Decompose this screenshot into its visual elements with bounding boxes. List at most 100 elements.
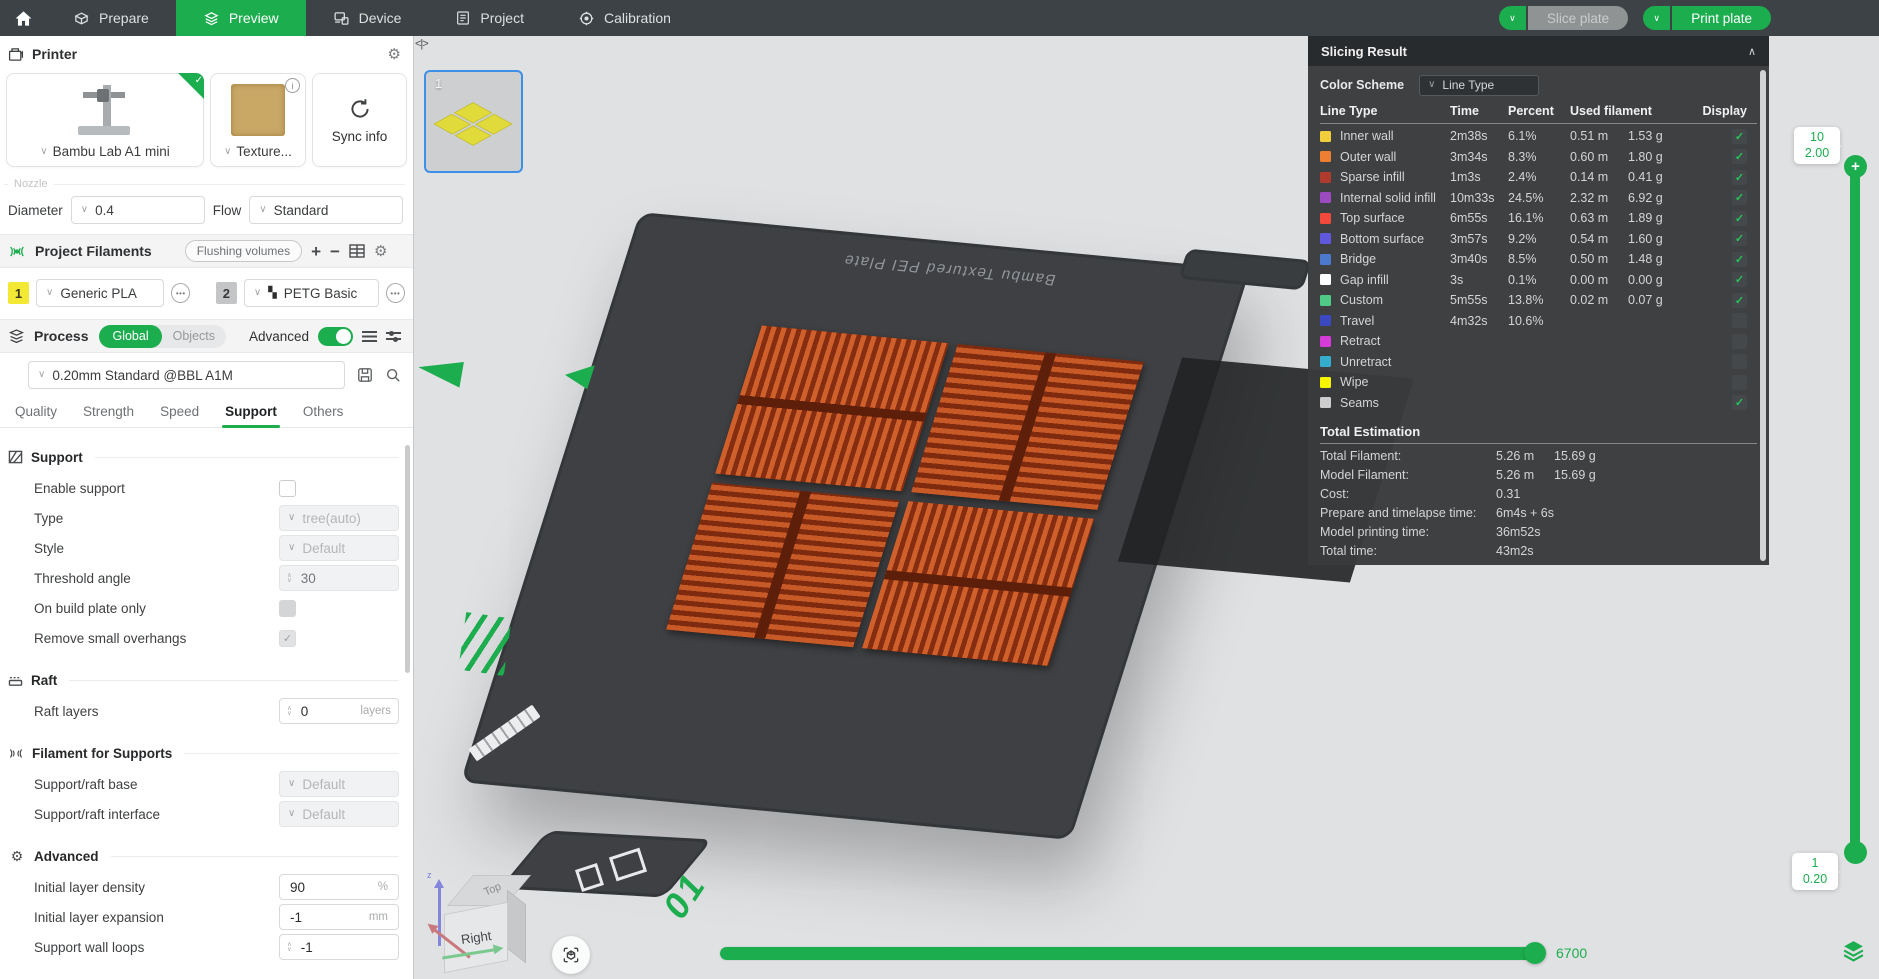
sync-info-button[interactable]: Sync info <box>312 73 407 167</box>
display-checkbox[interactable] <box>1732 210 1747 226</box>
layer-slider-track[interactable] <box>1850 168 1860 848</box>
tab-project[interactable]: Project <box>428 0 551 36</box>
plate-type-select[interactable]: ∨ Texture... <box>211 144 305 159</box>
printer-settings-gear-icon[interactable]: ⚙ <box>388 47 401 62</box>
support-style-select[interactable]: ∨ Default <box>279 535 399 561</box>
device-icon <box>334 11 349 25</box>
expansion-input[interactable]: -1 mm <box>279 904 399 930</box>
display-checkbox[interactable] <box>1732 149 1747 165</box>
sliced-model-group[interactable] <box>666 325 1144 666</box>
parameter-list-icon[interactable] <box>362 330 377 342</box>
sliced-model-tile[interactable] <box>861 500 1095 666</box>
remove-overhangs-checkbox[interactable] <box>279 629 296 647</box>
layers-mode-button[interactable] <box>1841 938 1866 963</box>
sidebar-scrollbar[interactable] <box>405 445 410 673</box>
process-preset-select[interactable]: ∨ 0.20mm Standard @BBL A1M <box>28 361 345 389</box>
spinner-arrows-icon[interactable]: ∧ ∨ <box>287 941 292 953</box>
enable-support-checkbox[interactable] <box>279 479 296 497</box>
advanced-label: Advanced <box>248 328 309 344</box>
raft-base-select[interactable]: ∨ Default <box>279 771 399 797</box>
filament-2-edit-button[interactable]: ••• <box>385 283 405 303</box>
tab-calibration[interactable]: Calibration <box>551 0 698 36</box>
filament-settings-gear-icon[interactable]: ⚙ <box>374 244 387 259</box>
display-checkbox[interactable] <box>1732 231 1747 247</box>
layer-slider-plus-button[interactable]: + <box>1844 155 1867 178</box>
move-slider-handle[interactable] <box>1524 942 1546 964</box>
printer-name-select[interactable]: ∨ Bambu Lab A1 mini <box>7 144 203 159</box>
tab-others[interactable]: Others <box>290 404 357 427</box>
navigation-cube[interactable]: Top Right z <box>424 870 542 978</box>
layer-slider-handle[interactable] <box>1844 841 1867 864</box>
tab-speed[interactable]: Speed <box>147 404 212 427</box>
add-filament-button[interactable]: + <box>311 243 321 260</box>
fit-view-button[interactable] <box>552 936 590 974</box>
advanced-toggle[interactable] <box>318 326 353 346</box>
color-scheme-select[interactable]: ∨ Line Type <box>1419 74 1540 96</box>
sliced-model-tile[interactable] <box>910 344 1144 510</box>
chevron-down-icon: ∨ <box>38 369 46 380</box>
display-checkbox[interactable] <box>1732 190 1747 206</box>
support-type-select[interactable]: ∨ tree(auto) <box>279 505 399 531</box>
raft-layers-spinner[interactable]: ∧ ∨ 0 layers <box>279 698 399 724</box>
spinner-arrows-icon[interactable]: ∧ ∨ <box>287 705 292 717</box>
density-input[interactable]: 90% <box>279 874 399 900</box>
spinner-arrows-icon[interactable]: ∧ ∨ <box>287 572 292 584</box>
flushing-volumes-button[interactable]: Flushing volumes <box>184 240 303 262</box>
build-plate-card[interactable]: i ∨ Texture... <box>210 73 306 167</box>
plate-thumbnail[interactable]: 1 <box>424 70 523 173</box>
info-icon[interactable]: i <box>285 78 300 93</box>
tab-prepare[interactable]: Prepare <box>46 0 176 36</box>
on-build-plate-checkbox[interactable] <box>279 599 296 617</box>
scope-objects[interactable]: Objects <box>162 329 226 343</box>
filament-1-select[interactable]: ∨ Generic PLA <box>36 279 165 307</box>
support-type-value: tree(auto) <box>302 510 361 526</box>
diameter-select[interactable]: ∨ 0.4 <box>70 196 205 224</box>
display-checkbox[interactable] <box>1732 272 1747 288</box>
display-checkbox[interactable] <box>1732 292 1747 308</box>
tab-strength[interactable]: Strength <box>70 404 147 427</box>
sliced-model-tile[interactable] <box>715 325 949 491</box>
panel-header[interactable]: Slicing Result ∧ <box>1308 36 1769 66</box>
sidebar-collapse-handle[interactable]: <|> <box>415 38 429 50</box>
save-preset-icon[interactable] <box>357 367 373 383</box>
compare-presets-icon[interactable] <box>386 330 401 342</box>
threshold-angle-spinner[interactable]: ∧ ∨ 30 <box>279 565 399 591</box>
home-button[interactable] <box>0 0 46 36</box>
tab-device[interactable]: Device <box>306 0 429 36</box>
print-dropdown-button[interactable]: ∨ <box>1643 6 1671 30</box>
tab-preview[interactable]: Preview <box>175 0 306 36</box>
scope-global[interactable]: Global <box>99 324 162 348</box>
filament-2-badge[interactable]: 2 <box>215 282 237 304</box>
filament-1-edit-button[interactable]: ••• <box>171 283 191 303</box>
search-icon[interactable] <box>385 367 401 383</box>
filament-1-badge[interactable]: 1 <box>8 282 30 304</box>
sliced-model-tile[interactable] <box>666 482 900 648</box>
display-checkbox[interactable] <box>1732 128 1747 144</box>
slicing-result-panel: Slicing Result ∧ Color Scheme ∨ Line Type… <box>1308 36 1769 565</box>
display-checkbox[interactable] <box>1732 169 1747 185</box>
remove-filament-button[interactable]: − <box>330 243 340 260</box>
collapse-panel-icon[interactable]: ∧ <box>1748 45 1756 58</box>
slice-dropdown-button[interactable]: ∨ <box>1498 6 1526 30</box>
display-checkbox[interactable] <box>1732 333 1747 349</box>
slice-plate-button[interactable]: Slice plate <box>1527 6 1629 30</box>
print-plate-button[interactable]: Print plate <box>1672 6 1771 30</box>
display-checkbox[interactable] <box>1732 354 1747 370</box>
panel-scrollbar[interactable] <box>1760 70 1766 561</box>
tab-quality[interactable]: Quality <box>2 404 70 427</box>
printer-card[interactable]: ✓ ∨ Bambu Lab A1 mini <box>6 73 204 167</box>
cube-front-face[interactable]: Right <box>444 901 508 974</box>
wipe-tower-icon[interactable] <box>349 244 365 258</box>
wall-loops-spinner[interactable]: ∧ ∨ -1 <box>279 934 399 960</box>
display-checkbox[interactable] <box>1732 395 1747 411</box>
raft-interface-select[interactable]: ∨ Default <box>279 801 399 827</box>
table-row: Outer wall 3m34s 8.3% 0.60 m 1.80 g <box>1320 147 1757 168</box>
display-checkbox[interactable] <box>1732 251 1747 267</box>
display-checkbox[interactable] <box>1732 313 1747 329</box>
tab-support[interactable]: Support <box>212 404 290 428</box>
display-checkbox[interactable] <box>1732 374 1747 390</box>
filament-2-select[interactable]: ∨ ▚ PETG Basic <box>243 279 379 307</box>
tab-device-label: Device <box>358 10 402 26</box>
cube-side-face[interactable] <box>507 889 526 964</box>
flow-select[interactable]: ∨ Standard <box>249 196 403 224</box>
